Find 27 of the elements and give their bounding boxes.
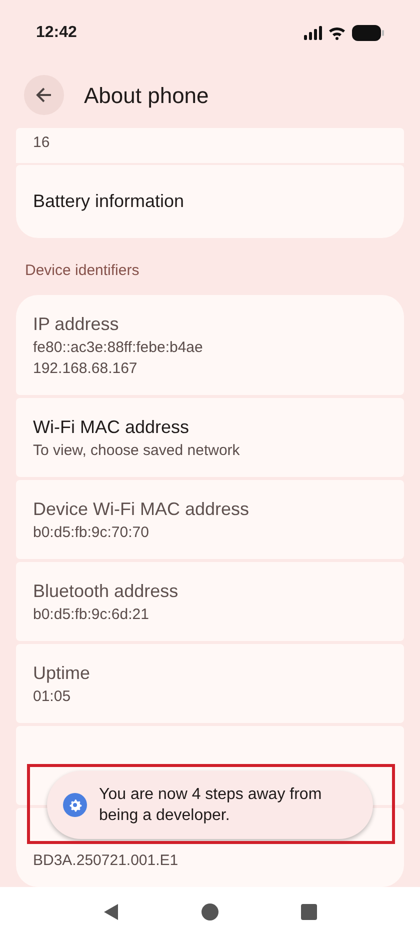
settings-icon bbox=[63, 793, 87, 817]
item-title: Device Wi-Fi MAC address bbox=[33, 498, 250, 521]
back-button[interactable] bbox=[24, 75, 64, 115]
settings-item[interactable]: Wi-Fi MAC address To view, choose saved network bbox=[16, 398, 404, 477]
item-title: Wi-Fi MAC address bbox=[33, 416, 190, 439]
settings-item[interactable]: Battery information bbox=[16, 165, 404, 238]
item-title: Bluetooth address bbox=[33, 580, 180, 603]
back-arrow-icon bbox=[35, 86, 53, 104]
item-title: IP address bbox=[33, 313, 120, 336]
home-nav-icon[interactable] bbox=[201, 903, 219, 921]
item-summary: To view, choose saved network bbox=[33, 441, 241, 461]
wifi-icon bbox=[328, 26, 346, 40]
battery-icon bbox=[352, 25, 384, 41]
item-summary: BD3A.250721.001.E1 bbox=[33, 851, 180, 871]
item-title: Uptime bbox=[33, 662, 92, 685]
item-summary: b0:d5:fb:9c:6d:21 bbox=[33, 605, 150, 625]
item-title: Battery information bbox=[33, 190, 186, 213]
settings-item[interactable]: 16 bbox=[16, 128, 404, 163]
signal-icon bbox=[304, 26, 322, 40]
page-title: About phone bbox=[84, 82, 209, 110]
section-label: Device identifiers bbox=[25, 261, 140, 282]
item-summary: 01:05 bbox=[33, 687, 72, 707]
back-nav-icon[interactable] bbox=[103, 903, 119, 921]
item-summary: b0:d5:fb:9c:70:70 bbox=[33, 523, 150, 543]
status-time: 12:42 bbox=[36, 23, 77, 43]
item-summary: 16 bbox=[33, 133, 51, 153]
item-summary: fe80::ac3e:88ff:febe:b4ae 192.168.68.167 bbox=[33, 338, 204, 379]
